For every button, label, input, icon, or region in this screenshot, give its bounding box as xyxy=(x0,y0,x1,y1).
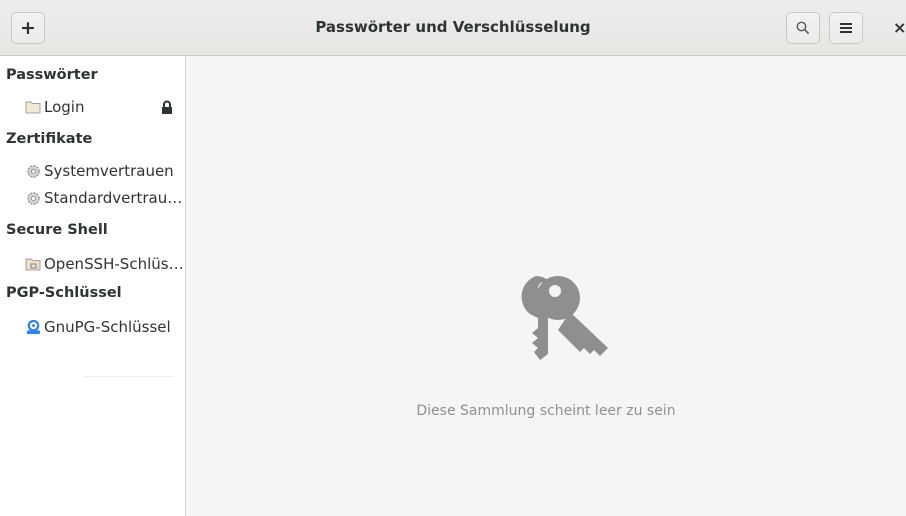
window-title: Passwörter und Verschlüsselung xyxy=(315,18,591,36)
content-area: Diese Sammlung scheint leer zu sein xyxy=(186,56,906,516)
sidebar-divider xyxy=(84,376,174,377)
folder-icon xyxy=(24,98,42,116)
hamburger-menu-icon xyxy=(840,23,852,33)
sidebar-item-label: Systemvertrauen xyxy=(44,162,174,180)
search-button[interactable] xyxy=(786,12,820,44)
close-icon: × xyxy=(893,18,906,37)
sidebar-item-openssh[interactable]: OpenSSH-Schlüs… xyxy=(24,252,184,276)
gear-icon xyxy=(24,162,42,180)
empty-state-message: Diese Sammlung scheint leer zu sein xyxy=(416,403,676,419)
section-header-zertifikate: Zertifikate xyxy=(6,131,93,147)
section-header-pgp: PGP-Schlüssel xyxy=(6,285,122,301)
keys-icon xyxy=(508,264,612,372)
header-bar: + Passwörter und Verschlüsselung × xyxy=(0,0,906,56)
lock-icon xyxy=(160,100,174,120)
sidebar-item-systemvertrauen[interactable]: Systemvertrauen xyxy=(24,159,174,183)
search-icon xyxy=(796,21,810,35)
sidebar-item-login[interactable]: Login xyxy=(24,95,84,119)
main-menu-button[interactable] xyxy=(829,12,863,44)
gear-icon xyxy=(24,189,42,207)
sidebar: Passwörter Login Zertifikate Systemvertr… xyxy=(0,56,186,516)
sidebar-item-gnupg[interactable]: GnuPG-Schlüssel xyxy=(24,315,171,339)
sidebar-item-label: Standardvertrau… xyxy=(44,189,183,207)
section-header-passwoerter: Passwörter xyxy=(6,67,98,83)
folder-icon xyxy=(24,255,42,273)
sidebar-item-label: GnuPG-Schlüssel xyxy=(44,318,171,336)
section-header-secure-shell: Secure Shell xyxy=(6,222,108,238)
sidebar-item-label: Login xyxy=(44,98,85,116)
sidebar-item-standardvertrauen[interactable]: Standardvertrau… xyxy=(24,186,182,210)
sidebar-item-label: OpenSSH-Schlüs… xyxy=(44,255,184,273)
key-icon xyxy=(24,318,42,336)
close-button[interactable]: × xyxy=(893,18,906,37)
